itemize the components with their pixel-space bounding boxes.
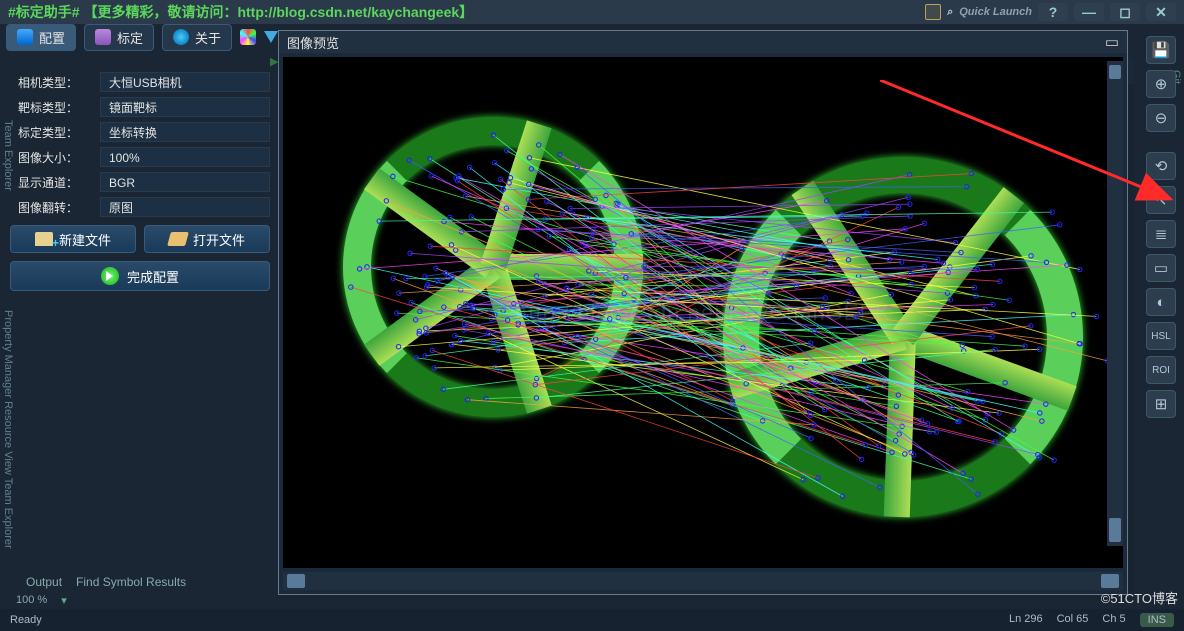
- minimize-button[interactable]: —: [1074, 3, 1104, 21]
- tab-config[interactable]: 配置: [6, 24, 76, 51]
- gear-icon: [17, 29, 33, 45]
- watermark-text: http://blog.csdn.net/KayChanGEEK: [515, 300, 891, 326]
- finish-config-label: 完成配置: [127, 267, 179, 286]
- channel-label: 显示通道：: [10, 174, 100, 191]
- info-icon: [173, 29, 189, 45]
- flip-label: 图像翻转：: [10, 199, 100, 216]
- preview-titlebar[interactable]: 图像预览 ▭: [279, 31, 1127, 53]
- help-button[interactable]: ?: [1038, 3, 1068, 21]
- new-file-button[interactable]: 新建文件: [10, 225, 136, 253]
- contrast-icon[interactable]: ◐: [1146, 288, 1176, 316]
- right-wheel-image: [723, 157, 1083, 517]
- tab-calib-label: 标定: [117, 28, 143, 47]
- title-bar: #标定助手# 【更多精彩，敬请访问：http://blog.csdn.net/k…: [0, 0, 1184, 24]
- bottom-panel-tabs: 100 % ▾: [16, 594, 67, 607]
- preview-scrollbar-horizontal[interactable]: [283, 572, 1123, 590]
- calib-type-select[interactable]: 坐标转换: [100, 122, 270, 142]
- find-results-tab[interactable]: Find Symbol Results: [76, 575, 186, 589]
- preview-maximize-icon[interactable]: ▭: [1105, 33, 1119, 51]
- open-file-icon: [167, 232, 189, 246]
- tab-about[interactable]: 关于: [162, 24, 232, 51]
- notify-icon[interactable]: [925, 4, 941, 20]
- source-badge: ©51CTO博客: [1101, 588, 1178, 607]
- output-tab[interactable]: Output: [26, 575, 62, 589]
- calibrate-icon: [95, 29, 111, 45]
- left-dock-tabs[interactable]: Property Manager Resource View Team Expl…: [2, 310, 14, 549]
- config-panel: 相机类型：大恒USB相机 靶标类型：镜面靶标 标定类型：坐标转换 图像大小：10…: [10, 70, 270, 291]
- status-ch: Ch 5: [1102, 613, 1125, 627]
- rotate-icon[interactable]: ⟲: [1146, 152, 1176, 180]
- status-col: Col 65: [1057, 613, 1089, 627]
- finish-config-button[interactable]: 完成配置: [10, 261, 270, 291]
- status-line: Ln 296: [1009, 613, 1043, 627]
- image-size-label: 图像大小：: [10, 149, 100, 166]
- zoom-out-icon[interactable]: ⊖: [1146, 104, 1176, 132]
- calib-type-label: 标定类型：: [10, 124, 100, 141]
- preview-scrollbar-vertical[interactable]: [1107, 61, 1123, 546]
- target-type-select[interactable]: 镜面靶标: [100, 97, 270, 117]
- image-size-select[interactable]: 100%: [100, 147, 270, 167]
- preview-canvas[interactable]: http://blog.csdn.net/KayChanGEEK: [283, 57, 1123, 568]
- histogram-icon[interactable]: HSL: [1146, 322, 1176, 350]
- target-type-label: 靶标类型：: [10, 99, 100, 116]
- dropdown-icon[interactable]: [264, 31, 278, 43]
- preview-title: 图像预览: [287, 33, 339, 52]
- right-toolbar: 💾 ⊕ ⊖ ⟲ ↖ ≣ ▭ ◐ HSL ROI ⊞: [1146, 36, 1180, 418]
- status-ins: INS: [1140, 613, 1174, 627]
- roi-icon[interactable]: ROI: [1146, 356, 1176, 384]
- maximize-button[interactable]: ◻: [1110, 3, 1140, 21]
- zoom-in-icon[interactable]: ⊕: [1146, 70, 1176, 98]
- play-icon: [101, 267, 119, 285]
- quick-launch-icon[interactable]: ⌕: [947, 6, 953, 19]
- output-tabs: Output Find Symbol Results: [26, 575, 186, 589]
- tab-about-label: 关于: [195, 28, 221, 47]
- camera-type-label: 相机类型：: [10, 74, 100, 91]
- tab-calib[interactable]: 标定: [84, 24, 154, 51]
- app-title: #标定助手# 【更多精彩，敬请访问：http://blog.csdn.net/k…: [8, 2, 473, 22]
- new-file-label: 新建文件: [59, 230, 111, 249]
- tab-config-label: 配置: [39, 28, 65, 47]
- open-file-label: 打开文件: [193, 230, 245, 249]
- quick-launch-text[interactable]: Quick Launch: [959, 6, 1032, 18]
- status-bar: Ready Ln 296 Col 65 Ch 5 INS: [0, 609, 1184, 631]
- status-ready: Ready: [10, 614, 42, 626]
- image-preview-window: 图像预览 ▭ http://blog.csdn.net/KayChanGEEK: [278, 30, 1128, 595]
- left-wheel-image: [343, 117, 643, 417]
- flip-select[interactable]: 原图: [100, 197, 270, 217]
- open-file-button[interactable]: 打开文件: [144, 225, 270, 253]
- grid-icon[interactable]: ⊞: [1146, 390, 1176, 418]
- close-button[interactable]: ✕: [1146, 3, 1176, 21]
- camera-type-select[interactable]: 大恒USB相机: [100, 72, 270, 92]
- pointer-icon[interactable]: ↖: [1146, 186, 1176, 214]
- channel-select[interactable]: BGR: [100, 172, 270, 192]
- color-icon[interactable]: [240, 29, 256, 45]
- new-file-icon: [35, 232, 53, 246]
- titlebar-right: ⌕ Quick Launch ? — ◻ ✕: [925, 3, 1176, 21]
- line-height-icon[interactable]: ≣: [1146, 220, 1176, 248]
- fit-rect-icon[interactable]: ▭: [1146, 254, 1176, 282]
- save-icon[interactable]: 💾: [1146, 36, 1176, 64]
- zoom-value[interactable]: 100 %: [16, 594, 47, 607]
